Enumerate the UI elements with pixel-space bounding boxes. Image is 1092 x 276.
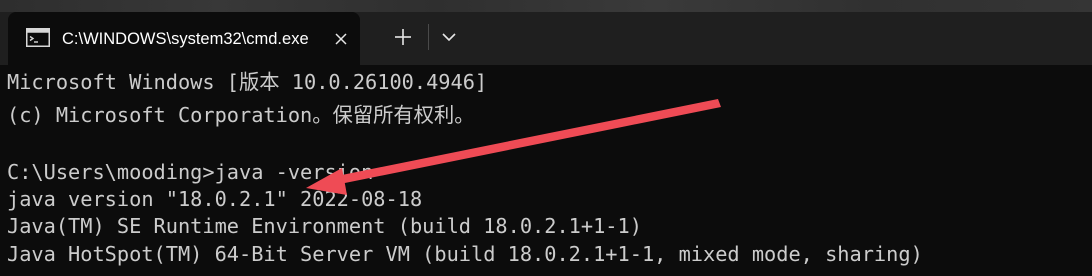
terminal-line: (c) Microsoft Corporation。保留所有权利。 [7, 103, 475, 127]
plus-icon [395, 29, 411, 45]
tab-title: C:\WINDOWS\system32\cmd.exe [62, 30, 309, 48]
new-tab-button[interactable] [388, 22, 418, 52]
terminal-line: C:\Users\mooding>java -version [7, 160, 374, 184]
close-icon[interactable] [330, 28, 352, 50]
cmd-icon [26, 28, 50, 47]
terminal-line: Java(TM) SE Runtime Environment (build 1… [7, 214, 642, 238]
chevron-down-icon [442, 33, 456, 42]
terminal-line: Java HotSpot(TM) 64-Bit Server VM (build… [7, 242, 923, 266]
title-bar: C:\WINDOWS\system32\cmd.exe [0, 0, 1092, 65]
tab-cmd[interactable]: C:\WINDOWS\system32\cmd.exe [8, 12, 360, 65]
tab-dropdown-button[interactable] [434, 22, 464, 52]
terminal-output[interactable]: Microsoft Windows [版本 10.0.26100.4946] (… [0, 65, 1092, 276]
tab-separator [428, 24, 429, 50]
terminal-window: C:\WINDOWS\system32\cmd.exe Microsoft Wi… [0, 0, 1092, 276]
terminal-line: java version "18.0.2.1" 2022-08-18 [7, 187, 423, 211]
terminal-line: Microsoft Windows [版本 10.0.26100.4946] [7, 70, 488, 94]
background-strip [0, 0, 1092, 12]
